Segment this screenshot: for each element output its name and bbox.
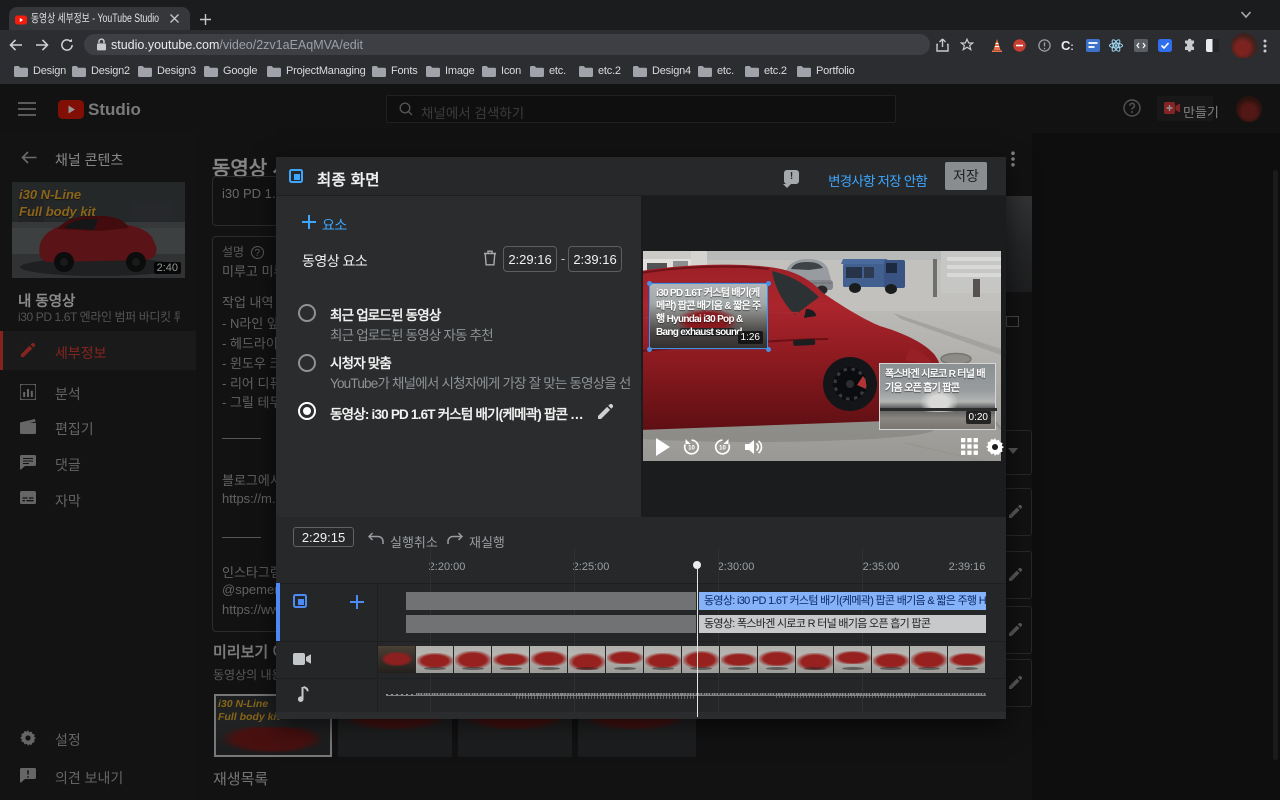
svg-text:10: 10 [688, 446, 695, 452]
svg-text:10: 10 [719, 446, 726, 452]
